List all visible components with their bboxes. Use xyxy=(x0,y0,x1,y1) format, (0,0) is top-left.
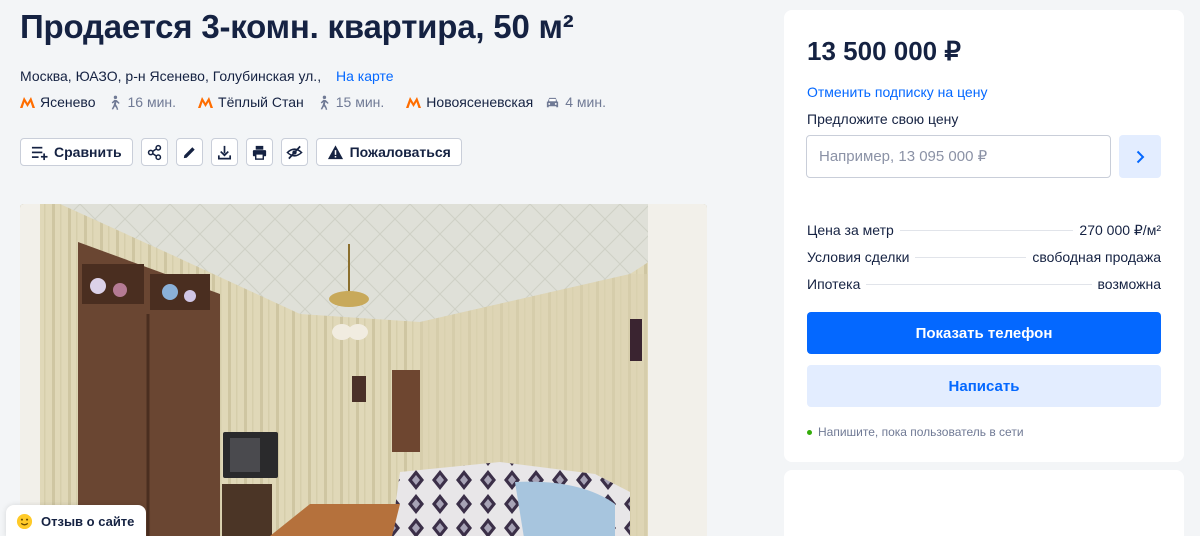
room-photo xyxy=(20,204,707,536)
report-button[interactable]: Пожаловаться xyxy=(315,138,462,166)
share-icon xyxy=(147,144,161,160)
metro-item: Тёплый Стан 15 мин. xyxy=(198,94,406,110)
print-button[interactable] xyxy=(245,138,273,166)
offer-submit-button[interactable] xyxy=(1119,135,1161,178)
online-status: Напишите, пока пользователь в сети xyxy=(807,425,1024,439)
download-icon xyxy=(217,145,231,159)
metro-time: 16 мин. xyxy=(127,94,177,110)
unsubscribe-price-link[interactable]: Отменить подписку на цену xyxy=(807,84,987,100)
metro-station: Новоясеневская xyxy=(426,94,534,110)
fact-divider xyxy=(866,284,1092,285)
walk-icon xyxy=(112,95,121,110)
online-dot-icon xyxy=(807,429,812,435)
fact-label: Условия сделки xyxy=(807,249,910,265)
secondary-card xyxy=(784,470,1184,536)
fact-label: Ипотека xyxy=(807,276,861,292)
fact-value: 270 000 ₽/м² xyxy=(1079,222,1161,238)
fact-row: Условия сделки свободная продажа xyxy=(807,249,1161,276)
metro-icon xyxy=(406,96,422,108)
share-button[interactable] xyxy=(140,138,168,166)
metro-station: Тёплый Стан xyxy=(218,94,304,110)
report-label: Пожаловаться xyxy=(349,144,451,160)
compare-button[interactable]: Сравнить xyxy=(20,138,133,166)
online-hint: Напишите, пока пользователь в сети xyxy=(818,425,1024,439)
chevron-right-icon xyxy=(1136,150,1145,163)
fact-value: возможна xyxy=(1097,276,1161,292)
compare-icon xyxy=(31,146,48,160)
write-message-button[interactable]: Написать xyxy=(807,365,1161,407)
compare-label: Сравнить xyxy=(54,144,122,160)
price: 13 500 000 ₽ xyxy=(807,36,961,66)
feedback-button[interactable]: Отзыв о сайте xyxy=(6,505,147,536)
metro-item: Ясенево 16 мин. xyxy=(20,94,198,110)
show-phone-button[interactable]: Показать телефон xyxy=(807,312,1161,354)
fact-divider xyxy=(915,257,1027,258)
metro-icon xyxy=(198,96,214,108)
page-title: Продается 3-комн. квартира, 50 м² xyxy=(20,8,574,45)
hide-button[interactable] xyxy=(280,138,308,166)
walk-icon xyxy=(320,95,329,110)
listing-photo[interactable] xyxy=(20,204,707,536)
metro-item: Новоясеневская 4 мин. xyxy=(406,94,628,110)
warning-icon xyxy=(327,144,343,159)
price-card: 13 500 000 ₽ Отменить подписку на цену П… xyxy=(784,10,1184,462)
offer-label: Предложите свою цену xyxy=(807,111,959,127)
map-link[interactable]: На карте xyxy=(336,68,394,84)
fact-label: Цена за метр xyxy=(807,222,894,238)
metro-time: 4 мин. xyxy=(565,94,606,110)
metro-station: Ясенево xyxy=(40,94,96,110)
fact-row: Ипотека возможна xyxy=(807,276,1161,303)
feedback-label: Отзыв о сайте xyxy=(41,513,135,529)
eye-off-icon xyxy=(285,145,303,159)
pencil-icon xyxy=(183,146,195,158)
fact-value: свободная продажа xyxy=(1032,249,1161,265)
car-icon xyxy=(547,97,559,107)
fact-row: Цена за метр 270 000 ₽/м² xyxy=(807,222,1161,249)
edit-button[interactable] xyxy=(175,138,203,166)
facts-list: Цена за метр 270 000 ₽/м² Условия сделки… xyxy=(807,222,1161,303)
fact-divider xyxy=(899,230,1074,231)
address: Москва, ЮАЗО, р-н Ясенево, Голубинская у… xyxy=(20,68,322,84)
smile-icon xyxy=(16,513,33,529)
metro-list: Ясенево 16 мин. Тёплый Стан 15 мин. Ново… xyxy=(20,94,628,110)
metro-icon xyxy=(20,96,35,108)
printer-icon xyxy=(252,145,266,160)
download-button[interactable] xyxy=(210,138,238,166)
toolbar: Сравнить Пожаловаться xyxy=(20,138,462,166)
offer-price-input[interactable] xyxy=(806,135,1111,178)
metro-time: 15 мин. xyxy=(335,94,385,110)
